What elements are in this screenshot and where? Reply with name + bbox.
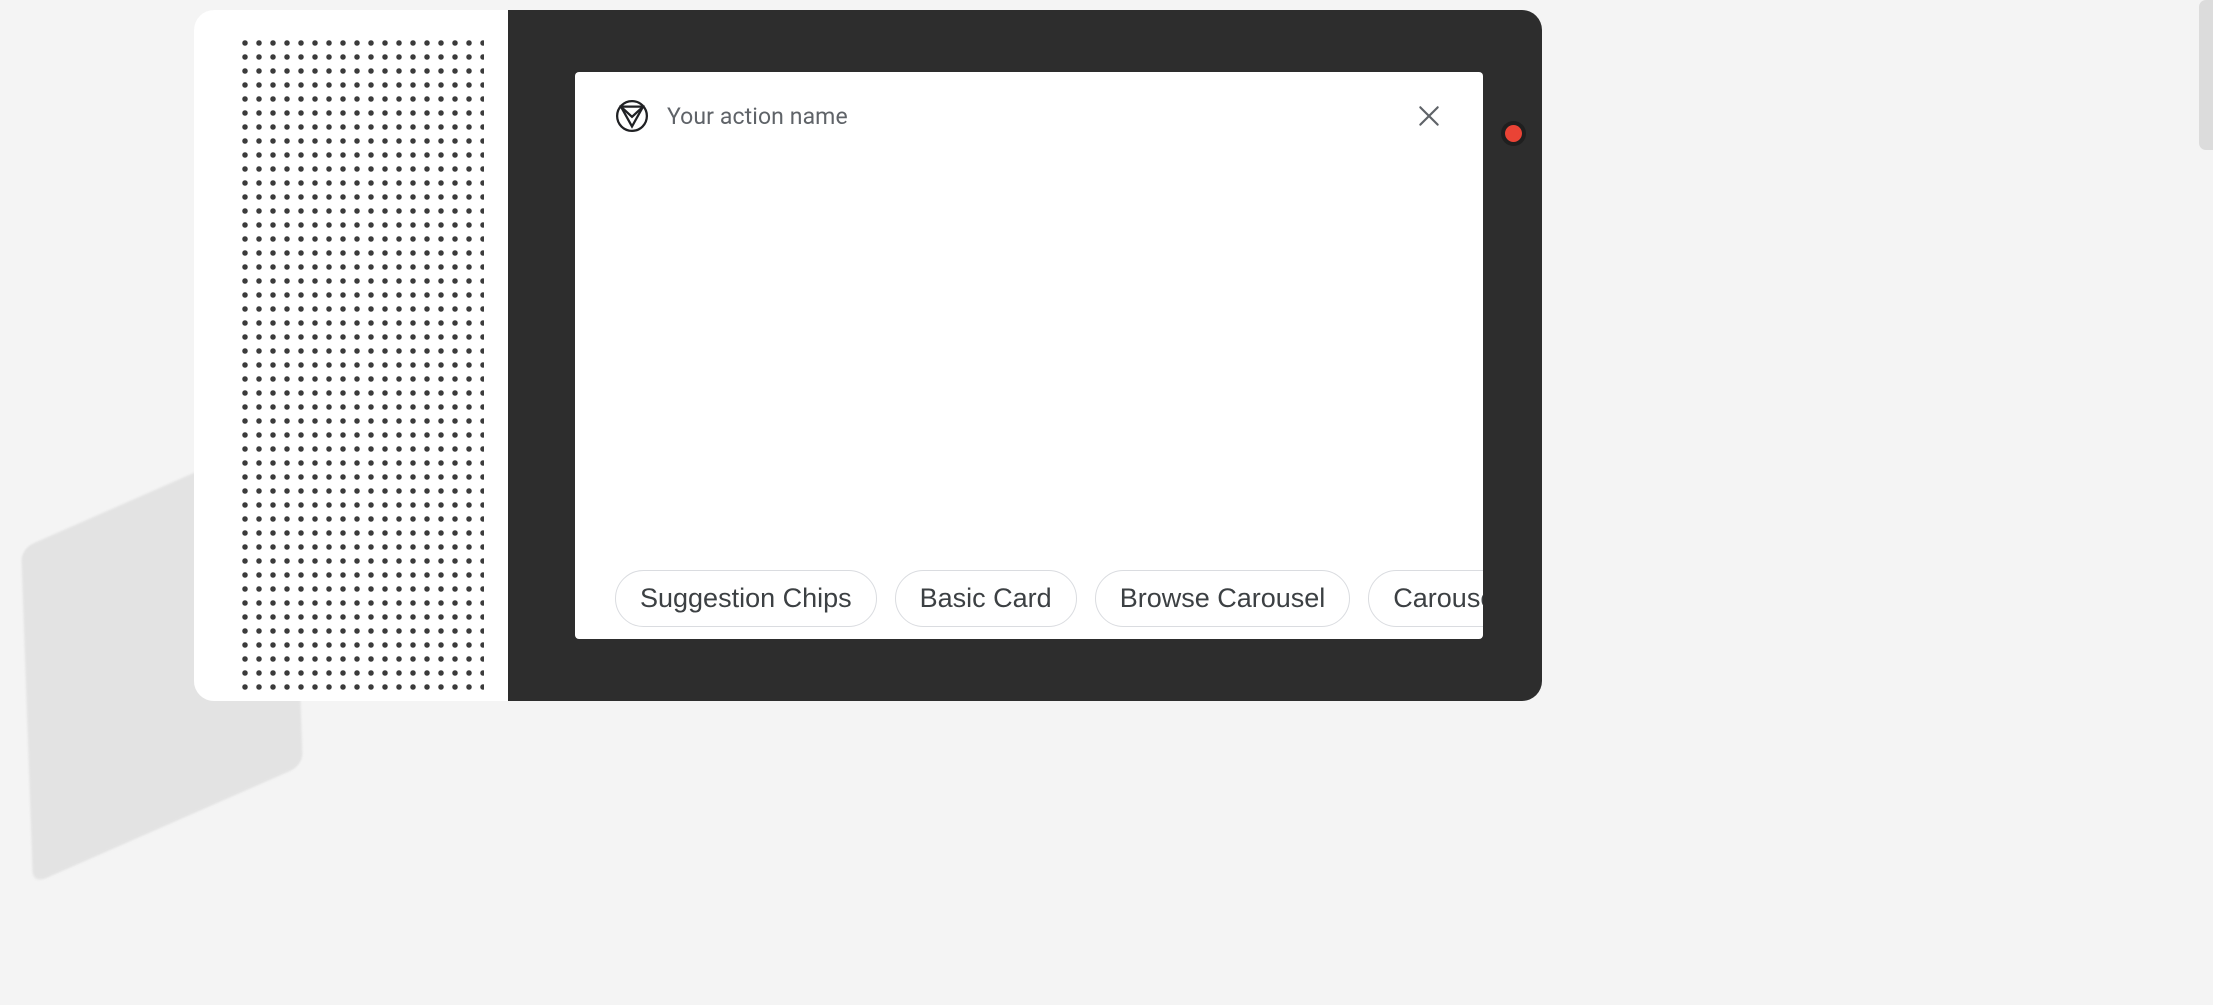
close-icon [1416,103,1442,129]
chip-carousel[interactable]: Carousel [1368,570,1483,627]
material-logo-icon [615,99,649,133]
smart-display-device: Your action name Suggestion Chips Basic … [194,10,1542,701]
close-button[interactable] [1415,102,1443,130]
screen-content: Your action name Suggestion Chips Basic … [575,72,1483,639]
chip-browse-carousel[interactable]: Browse Carousel [1095,570,1351,627]
suggestion-chips-row: Suggestion Chips Basic Card Browse Carou… [615,570,1463,627]
speaker-dots [238,36,484,690]
scrollbar-thumb[interactable] [2199,0,2213,150]
screen-header: Your action name [615,96,1443,136]
action-name-label: Your action name [667,103,848,130]
chip-basic-card[interactable]: Basic Card [895,570,1077,627]
recording-led-icon [1505,125,1522,142]
screen-bezel: Your action name Suggestion Chips Basic … [508,10,1542,701]
speaker-grill [194,10,508,701]
chip-suggestion-chips[interactable]: Suggestion Chips [615,570,877,627]
device-simulator-stage: Your action name Suggestion Chips Basic … [0,0,2213,1005]
